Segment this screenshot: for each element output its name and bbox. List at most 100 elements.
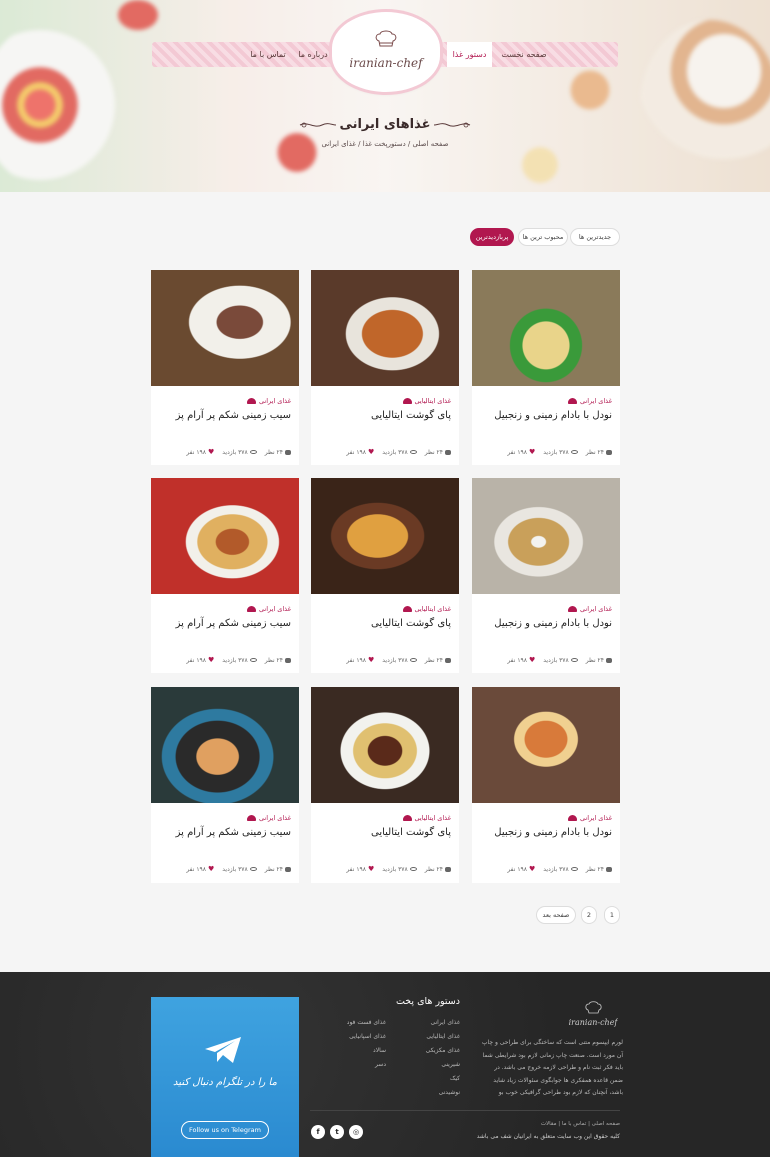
- twitter-icon[interactable]: t: [330, 1125, 344, 1139]
- likes-count[interactable]: ♥ ۱۹۸ نفر: [507, 448, 535, 456]
- recipe-card[interactable]: غذای ایرانی سیب زمینی شکم پر آرام پز ۲۴ نظ…: [151, 478, 299, 673]
- heart-icon: ♥: [367, 656, 375, 664]
- chicken-image[interactable]: [311, 270, 459, 386]
- eye-icon: [409, 658, 417, 662]
- card-title[interactable]: سیب زمینی شکم پر آرام پز: [159, 410, 291, 421]
- card-category[interactable]: غذای ایرانی: [246, 605, 291, 613]
- recipe-card[interactable]: غذای ایتالیایی پای گوشت ایتالیایی ۲۴ نظر ۳۷…: [311, 478, 459, 673]
- card-meta: ۲۴ نظر ۳۷۸ بازدید ♥ ۱۹۸ نفر: [159, 448, 291, 456]
- card-category[interactable]: غذای ایتالیایی: [402, 605, 451, 613]
- filter-most-visited-button[interactable]: پربازدیدترین: [470, 228, 514, 246]
- page-title: غذاهای ایرانی: [339, 117, 431, 132]
- chef-hat-icon: [375, 30, 397, 47]
- comments-count: ۲۴ نظر: [425, 865, 451, 873]
- likes-count[interactable]: ♥ ۱۹۸ نفر: [186, 448, 214, 456]
- card-title[interactable]: نودل با بادام زمینی و زنجبیل: [480, 410, 612, 421]
- heart-icon: ♥: [528, 656, 536, 664]
- likes-count[interactable]: ♥ ۱۹۸ نفر: [186, 656, 214, 664]
- nav-item-home[interactable]: صفحه نخست: [500, 42, 548, 67]
- footer-logo-icon[interactable]: iranian-chef: [568, 998, 618, 1030]
- telegram-promo[interactable]: ما را در تلگرام دنبال کنید Follow us on …: [151, 997, 299, 1157]
- footer-link[interactable]: شیرینی: [400, 1058, 460, 1072]
- likes-count[interactable]: ♥ ۱۹۸ نفر: [346, 448, 374, 456]
- card-title[interactable]: سیب زمینی شکم پر آرام پز: [159, 618, 291, 629]
- views-count: ۳۷۸ بازدید: [543, 865, 578, 873]
- card-title[interactable]: نودل با بادام زمینی و زنجبیل: [480, 827, 612, 838]
- footer-link[interactable]: نوشیدنی: [400, 1086, 460, 1100]
- card-category[interactable]: غذای ایرانی: [567, 397, 612, 405]
- nav-item-recipes[interactable]: دستور غذا: [447, 42, 492, 67]
- site-logo[interactable]: iranian-chef: [332, 12, 440, 92]
- comment-icon: [285, 449, 291, 455]
- steak-pasta-image[interactable]: [311, 687, 459, 803]
- dish-icon: [246, 815, 256, 821]
- recipe-card[interactable]: غذای ایرانی سیب زمینی شکم پر آرام پز ۲۴ نظ…: [151, 687, 299, 883]
- footer-links-col2: غذای فست فود غذای اسپانیایی سالاد دسر: [320, 1016, 386, 1072]
- pagination-next-button[interactable]: صفحه بعد: [536, 906, 576, 924]
- pagination-page-1[interactable]: 1: [604, 906, 620, 924]
- footer-link[interactable]: غذای مکزیکی: [400, 1044, 460, 1058]
- card-meta: ۲۴ نظر ۳۷۸ بازدید ♥ ۱۹۸ نفر: [319, 448, 451, 456]
- spaghetti-image[interactable]: [151, 478, 299, 594]
- footer-link[interactable]: سالاد: [320, 1044, 386, 1058]
- instagram-icon[interactable]: ◎: [349, 1125, 363, 1139]
- dish-icon: [402, 606, 412, 612]
- eye-icon: [409, 450, 417, 454]
- footer-link[interactable]: غذای اسپانیایی: [320, 1030, 386, 1044]
- footer-link[interactable]: غذای ایتالیایی: [400, 1030, 460, 1044]
- nav-item-contact[interactable]: تماس با ما: [248, 42, 288, 67]
- comment-icon: [445, 449, 451, 455]
- nav-item-about[interactable]: درباره ما: [295, 42, 331, 67]
- card-meta: ۲۴ نظر ۳۷۸ بازدید ♥ ۱۹۸ نفر: [159, 656, 291, 664]
- card-category[interactable]: غذای ایرانی: [246, 397, 291, 405]
- breadcrumb[interactable]: صفحه اصلی / دستورپخت غذا / غذای ایرانی: [0, 140, 770, 148]
- footer-bottom-links[interactable]: صفحه اصلی | تماس با ما | مقالات: [480, 1121, 620, 1127]
- card-title[interactable]: پای گوشت ایتالیایی: [319, 618, 451, 629]
- card-title[interactable]: سیب زمینی شکم پر آرام پز: [159, 827, 291, 838]
- eye-icon: [249, 450, 257, 454]
- card-title[interactable]: نودل با بادام زمینی و زنجبیل: [480, 618, 612, 629]
- card-category[interactable]: غذای ایرانی: [567, 814, 612, 822]
- telegram-follow-button[interactable]: Follow us on Telegram: [181, 1121, 269, 1139]
- telegram-text: ما را در تلگرام دنبال کنید: [173, 1077, 277, 1088]
- filter-popular-button[interactable]: محبوب ترین ها: [518, 228, 568, 246]
- card-category[interactable]: غذای ایرانی: [246, 814, 291, 822]
- recipe-card[interactable]: غذای ایتالیایی پای گوشت ایتالیایی ۲۴ نظر ۳۷…: [311, 270, 459, 465]
- footer-divider: [310, 1110, 620, 1111]
- recipe-card[interactable]: غذای ایتالیایی پای گوشت ایتالیایی ۲۴ نظر ۳۷…: [311, 687, 459, 883]
- views-count: ۳۷۸ بازدید: [382, 656, 417, 664]
- steak-image[interactable]: [151, 270, 299, 386]
- recipe-card[interactable]: غذای ایرانی نودل با بادام زمینی و زنجبیل ۲…: [472, 478, 620, 673]
- card-category[interactable]: غذای ایتالیایی: [402, 397, 451, 405]
- likes-count[interactable]: ♥ ۱۹۸ نفر: [346, 865, 374, 873]
- likes-count[interactable]: ♥ ۱۹۸ نفر: [507, 656, 535, 664]
- samosa-image[interactable]: [472, 478, 620, 594]
- likes-count[interactable]: ♥ ۱۹۸ نفر: [346, 656, 374, 664]
- salmon-image[interactable]: [151, 687, 299, 803]
- footer-link[interactable]: دسر: [320, 1058, 386, 1072]
- likes-count[interactable]: ♥ ۱۹۸ نفر: [507, 865, 535, 873]
- recipe-card[interactable]: غذای ایرانی نودل با بادام زمینی و زنجبیل ۲…: [472, 270, 620, 465]
- facebook-icon[interactable]: f: [311, 1125, 325, 1139]
- card-title[interactable]: پای گوشت ایتالیایی: [319, 827, 451, 838]
- card-category[interactable]: غذای ایتالیایی: [402, 814, 451, 822]
- recipe-card[interactable]: غذای ایرانی نودل با بادام زمینی و زنجبیل ۲…: [472, 687, 620, 883]
- recipe-card[interactable]: غذای ایرانی سیب زمینی شکم پر آرام پز ۲۴ نظ…: [151, 270, 299, 465]
- hero-banner: صفحه نخست دستور غذا مقالات درباره ما تما…: [0, 0, 770, 192]
- card-title[interactable]: پای گوشت ایتالیایی: [319, 410, 451, 421]
- card-category[interactable]: غذای ایرانی: [567, 605, 612, 613]
- pizza-image[interactable]: [472, 687, 620, 803]
- footer-link[interactable]: کیک: [400, 1072, 460, 1086]
- footer-link[interactable]: غذای فست فود: [320, 1016, 386, 1030]
- comment-icon: [285, 866, 291, 872]
- pagination-page-2[interactable]: 2: [581, 906, 597, 924]
- footer-link[interactable]: غذای ایرانی: [400, 1016, 460, 1030]
- views-count: ۳۷۸ بازدید: [222, 656, 257, 664]
- filter-newest-button[interactable]: جدیدترین ها: [570, 228, 620, 246]
- comments-count: ۲۴ نظر: [265, 865, 291, 873]
- rice-image[interactable]: [311, 478, 459, 594]
- card-meta: ۲۴ نظر ۳۷۸ بازدید ♥ ۱۹۸ نفر: [319, 656, 451, 664]
- logo-text: iranian-chef: [349, 56, 423, 70]
- noodle-image[interactable]: [472, 270, 620, 386]
- likes-count[interactable]: ♥ ۱۹۸ نفر: [186, 865, 214, 873]
